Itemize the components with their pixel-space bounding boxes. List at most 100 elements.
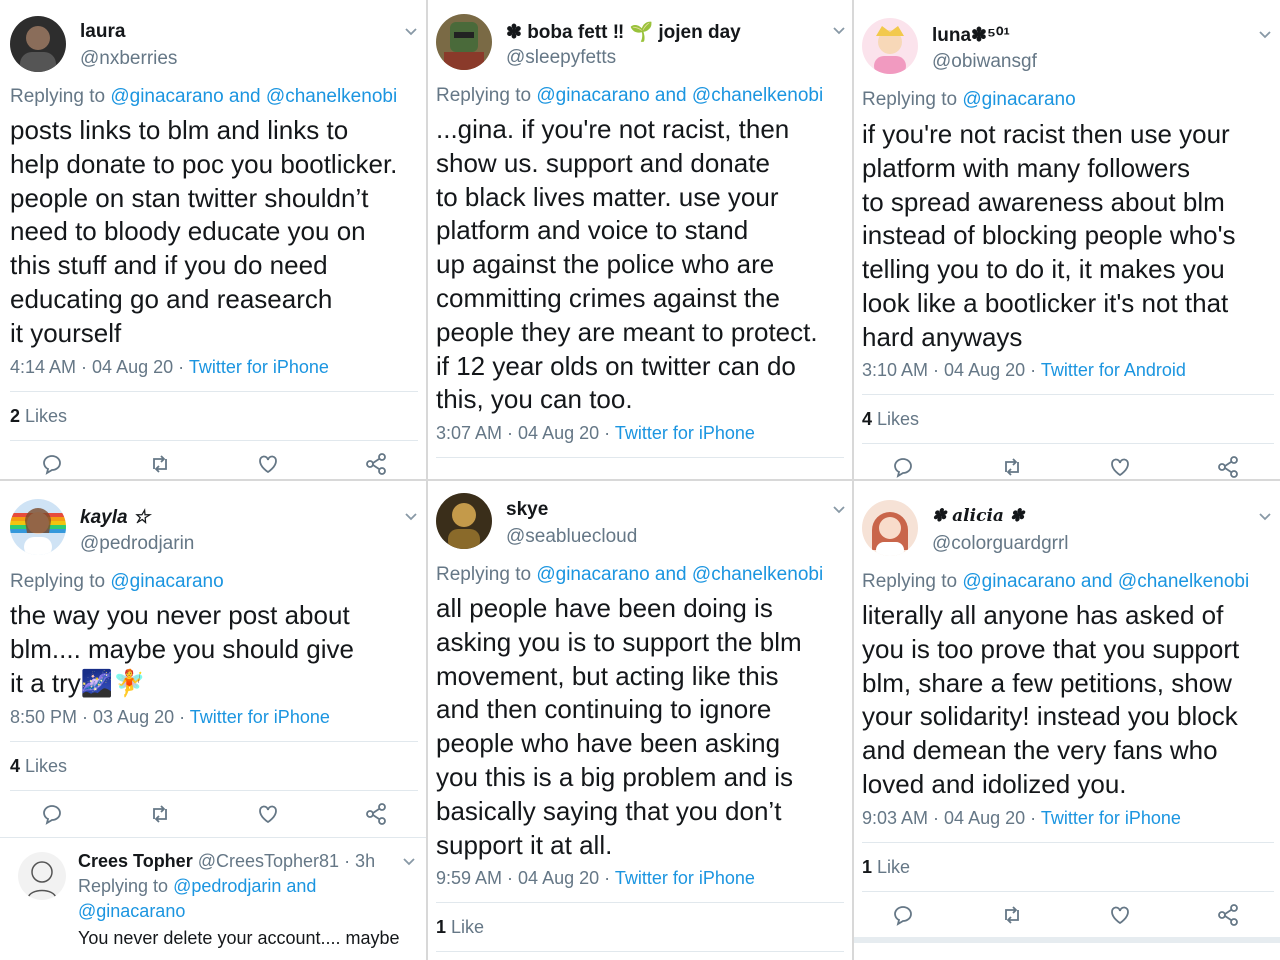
likes-number: 1 [436,917,447,937]
likes-count[interactable]: 4 Likes [862,409,919,430]
tweet-card[interactable]: ✽ alicia ✽ @colorguardgrrl Replying to @… [854,481,1280,960]
source-link[interactable]: Twitter for iPhone [1041,808,1181,828]
likes-count[interactable]: 1 Like [862,857,910,878]
chevron-down-icon[interactable] [400,852,418,870]
reply-mentions[interactable]: @ginacarano and @chanelkenobi [110,86,397,107]
timestamp: 8:50 PM · 03 Aug 20 · [10,707,186,727]
reply-prefix: Replying to [862,89,958,110]
reply-icon[interactable] [40,452,64,476]
avatar[interactable] [862,500,918,556]
share-icon[interactable] [1216,903,1240,927]
chevron-down-icon[interactable] [830,21,848,39]
reply-prefix: Replying to [862,571,958,592]
reply-mentions[interactable]: @ginacarano [962,89,1075,110]
divider [10,741,418,742]
timestamp: 4:14 AM · 04 Aug 20 · [10,357,185,377]
handle[interactable]: @colorguardgrrl [932,533,1069,555]
source-link[interactable]: Twitter for iPhone [615,423,755,443]
tweet-meta: 9:59 AM · 04 Aug 20 · Twitter for iPhone [436,868,755,889]
reply-mentions[interactable]: @pedrodjarin and [173,876,316,896]
chevron-down-icon[interactable] [402,507,420,525]
avatar[interactable] [436,14,492,70]
likes-number: 4 [10,756,21,776]
retweet-icon[interactable] [1000,903,1024,927]
source-link[interactable]: Twitter for iPhone [189,357,329,377]
likes-count[interactable]: 2 Likes [10,406,67,427]
avatar[interactable] [10,16,66,72]
heart-icon[interactable] [256,452,280,476]
likes-label: Likes [877,409,920,429]
tweet-card[interactable]: laura @nxberries Replying to @ginacarano… [0,0,426,479]
tweet-card[interactable]: kayla ☆ @pedrodjarin Replying to @ginaca… [0,481,426,960]
handle[interactable]: @nxberries [80,48,177,70]
timestamp: 3:07 AM · 04 Aug 20 · [436,423,611,443]
likes-label: Like [877,857,911,877]
retweet-icon[interactable] [148,452,172,476]
reply-context: Replying to @ginacarano and @chanelkenob… [10,86,397,108]
share-icon[interactable] [1216,455,1240,479]
handle[interactable]: @obiwansgf [932,51,1037,73]
likes-number: 2 [10,406,21,426]
tweet-meta: 8:50 PM · 03 Aug 20 · Twitter for iPhone [10,707,330,728]
display-name[interactable]: laura [80,21,125,43]
retweet-icon[interactable] [1000,455,1024,479]
reply-prefix: Replying to [10,571,106,592]
timestamp: 9:59 AM · 04 Aug 20 · [436,868,611,888]
reply-mentions[interactable]: @ginacarano and @chanelkenobi [536,564,823,585]
reply-mentions[interactable]: @ginacarano and @chanelkenobi [962,571,1249,592]
commenter-avatar[interactable] [18,852,66,900]
handle[interactable]: @pedrodjarin [80,533,194,555]
tweet-text: literally all anyone has asked of you is… [862,600,1240,799]
tweet-meta: 9:03 AM · 04 Aug 20 · Twitter for iPhone [862,808,1181,829]
display-name[interactable]: ✽ boba fett ‼ 🌱 jojen day [506,20,741,44]
avatar[interactable] [862,18,918,74]
handle[interactable]: @sleepyfetts [506,47,616,69]
reply-mentions[interactable]: @ginacarano [78,901,185,921]
reply-prefix: Replying to [10,86,106,107]
tweet-meta: 4:14 AM · 04 Aug 20 · Twitter for iPhone [10,357,329,378]
chevron-down-icon[interactable] [830,500,848,518]
divider [436,951,844,952]
reply-mentions[interactable]: @ginacarano [110,571,223,592]
source-link[interactable]: Twitter for iPhone [190,707,330,727]
reply-prefix: Replying to [436,85,532,106]
display-name[interactable]: kayla ☆ [80,506,150,529]
heart-icon[interactable] [256,802,280,826]
likes-count[interactable]: 1 Like [436,917,484,938]
reply-mentions[interactable]: @ginacarano and @chanelkenobi [536,85,823,106]
tweet-text: posts links to blm and links to help don… [10,115,398,348]
chevron-down-icon[interactable] [1256,25,1274,43]
reply-icon[interactable] [40,802,64,826]
avatar[interactable] [436,493,492,549]
reply-icon[interactable] [891,455,915,479]
commenter-handle: @CreesTopher81 · 3h [197,851,376,871]
tweet-card[interactable]: ✽ boba fett ‼ 🌱 jojen day @sleepyfetts R… [428,0,852,479]
display-name[interactable]: ✽ alicia ✽ [932,506,1024,526]
tweet-meta: 3:10 AM · 04 Aug 20 · Twitter for Androi… [862,360,1186,381]
avatar[interactable] [10,499,66,555]
retweet-icon[interactable] [148,802,172,826]
tweet-meta: 3:07 AM · 04 Aug 20 · Twitter for iPhone [436,423,755,444]
divider [10,391,418,392]
source-link[interactable]: Twitter for iPhone [615,868,755,888]
divider [436,902,844,903]
divider [854,937,1280,943]
chevron-down-icon[interactable] [1256,507,1274,525]
heart-icon[interactable] [1108,455,1132,479]
share-icon[interactable] [364,802,388,826]
reply-icon[interactable] [891,903,915,927]
display-name[interactable]: skye [506,499,548,521]
share-icon[interactable] [364,452,388,476]
tweet-text: ...gina. if you're not racist, then show… [436,114,818,415]
handle[interactable]: @seabluecloud [506,526,637,548]
chevron-down-icon[interactable] [402,22,420,40]
heart-icon[interactable] [1108,903,1132,927]
source-link[interactable]: Twitter for Android [1041,360,1186,380]
commenter-name[interactable]: Crees Topher @CreesTopher81 · 3h [78,851,375,872]
tweet-card[interactable]: luna✽⁵⁰¹ @obiwansgf Replying to @ginacar… [854,0,1280,479]
display-name[interactable]: luna✽⁵⁰¹ [932,24,1010,47]
comment-text: You never delete your account.... maybe [78,928,400,948]
tweet-card[interactable]: skye @seabluecloud Replying to @ginacara… [428,481,852,960]
likes-count[interactable]: 4 Likes [10,756,67,777]
likes-label: Likes [25,406,68,426]
